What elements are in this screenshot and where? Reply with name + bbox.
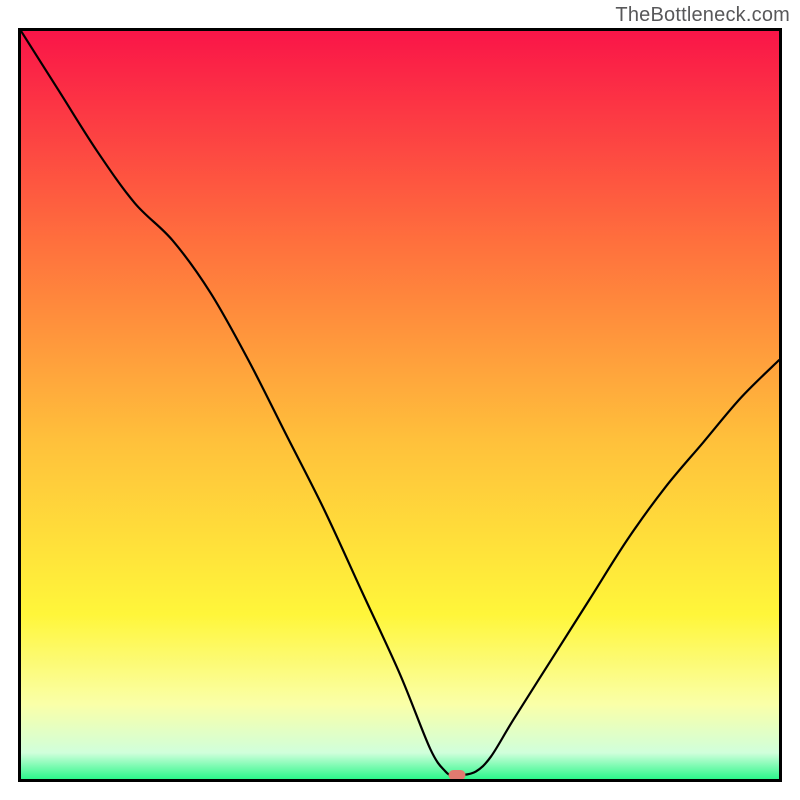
bottleneck-chart: TheBottleneck.com [0, 0, 800, 800]
bottleneck-curve [21, 31, 779, 779]
plot-area [18, 28, 782, 782]
optimal-point-marker [448, 770, 465, 780]
attribution-text: TheBottleneck.com [615, 4, 790, 27]
